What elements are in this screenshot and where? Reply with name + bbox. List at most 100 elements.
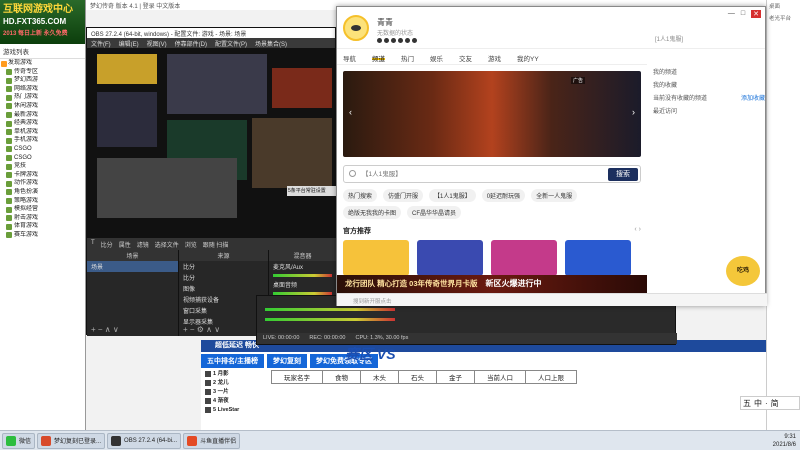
source-controls[interactable]: + − ⚙ ∧ ∨ [183,325,220,334]
chevron-right-icon[interactable]: › [632,107,635,117]
taskbar-wechat[interactable]: 微信 [2,432,36,449]
scene-controls[interactable]: + − ∧ ∨ [91,325,119,334]
ime-mode[interactable]: 五 [743,398,751,409]
maximize-icon[interactable]: □ [741,10,745,18]
badge-icon[interactable] [384,38,389,43]
tab-entertainment[interactable]: 娱乐 [430,53,443,63]
badge-icon[interactable] [398,38,403,43]
sidebar-item[interactable]: 我的频道 [653,65,765,78]
tab-social[interactable]: 交友 [459,53,472,63]
promo-ad-bar[interactable]: 龙行团队 精心打造 03年传奇世界月卡版 新区火爆进行中 [337,275,647,293]
tag-item[interactable]: 0延迟耐玩强 [481,189,526,202]
text-tool-icon[interactable]: T [91,240,95,248]
tree-item[interactable]: 卡牌游戏 [0,171,85,180]
tree-item[interactable]: 策略游戏 [0,197,85,206]
source-item[interactable]: 视频捕获设备 [179,294,268,305]
badge-icon[interactable] [377,38,382,43]
tag-item[interactable]: 热门搜索 [343,189,378,202]
mascot-widget[interactable]: 吃鸡 [726,256,760,286]
tag-item[interactable]: CF晶华华晶请员 [407,206,462,219]
source-item[interactable]: 图像 [179,283,268,294]
select-file-button[interactable]: 选择文件 [155,240,179,249]
menu-docks[interactable]: 停靠部件(D) [175,39,207,48]
tree-item[interactable]: 射击游戏 [0,214,85,223]
source-item[interactable]: 窗口采集 [179,305,268,316]
avatar[interactable] [343,15,369,41]
tag-item[interactable]: 绝版无我我的卡图 [343,206,402,219]
list-item[interactable]: 2 龙儿 [201,379,267,388]
source-item[interactable]: 比分 [179,261,268,272]
search-button[interactable]: 搜索 [608,168,638,181]
tree-item[interactable]: CSGO [0,145,85,154]
search-input[interactable] [362,168,582,181]
tree-item[interactable]: 热门游戏 [0,93,85,102]
tab-guide[interactable]: 导航 [343,53,356,63]
properties-button[interactable]: 属性 [119,240,131,249]
tree-item[interactable]: CSGO [0,154,85,163]
tab-my-yy[interactable]: 我的YY [517,53,539,63]
scan-button[interactable]: 跟随 扫描 [203,240,229,249]
system-clock[interactable]: 9:31 2021/8/6 [773,433,796,449]
tree-item[interactable]: 经典游戏 [0,119,85,128]
browse-button[interactable]: 浏览 [185,240,197,249]
tab-remake[interactable]: 梦幻复刻 [266,354,307,368]
tree-item[interactable]: 传奇专区 [0,68,85,77]
chevron-left-icon[interactable]: ‹ [349,107,352,117]
badge-icon[interactable] [405,38,410,43]
menu-scene-collection[interactable]: 场景集合(S) [255,39,287,48]
taskbar-douyu[interactable]: 斗鱼直播伴侣 [183,432,241,449]
list-item[interactable]: 1 月影 [201,370,267,379]
filters-button[interactable]: 滤镜 [137,240,149,249]
tree-root[interactable]: 发现游戏 [0,59,85,68]
recommend-card[interactable] [343,240,409,276]
scene-item[interactable]: 场景 [87,261,178,272]
add-favorite-link[interactable]: 添加收藏 [741,93,765,102]
tree-item[interactable]: 竞技 [0,162,85,171]
list-item[interactable]: 4 渐夜 [201,397,267,406]
banner-carousel[interactable]: ‹ › 广告 [343,71,641,157]
badge-icon[interactable] [412,38,417,43]
menu-file[interactable]: 文件(F) [91,39,111,48]
ime-simplified[interactable]: 简 [771,398,779,409]
badge-icon[interactable] [391,38,396,43]
ime-punct[interactable]: · [765,399,768,408]
tree-item[interactable]: 休闲游戏 [0,102,85,111]
tree-item[interactable]: 网络游戏 [0,85,85,94]
close-icon[interactable]: ✕ [751,10,761,18]
sidebar-item[interactable]: 最近访问 [653,104,765,117]
tag-item[interactable]: 仿盛门开服 [383,189,424,202]
tab-channels[interactable]: 频道 [372,53,385,63]
sidebar-item[interactable]: 我的收藏 [653,78,765,91]
platform-label[interactable]: 老光平台 [767,12,800,24]
minimize-icon[interactable]: — [728,10,735,18]
tag-item[interactable]: 全新一人鬼服 [531,189,578,202]
menu-view[interactable]: 视图(V) [147,39,167,48]
tree-item[interactable]: 单机游戏 [0,128,85,137]
tree-item[interactable]: 模拟经营 [0,205,85,214]
tree-item[interactable]: 手机游戏 [0,136,85,145]
user-signature[interactable]: 无数据的状态 [377,28,413,37]
list-item[interactable]: 5 LiveStar [201,406,267,415]
tree-item[interactable]: 赛车游戏 [0,231,85,240]
recommend-card[interactable] [417,240,483,276]
taskbar-game[interactable]: 梦幻复刻已登录... [37,432,106,449]
tree-item[interactable]: 最新游戏 [0,111,85,120]
menu-edit[interactable]: 编辑(E) [119,39,139,48]
tab-hot[interactable]: 热门 [401,53,414,63]
recommend-card[interactable] [565,240,631,276]
list-item[interactable]: 3 一片 [201,388,267,397]
recommend-card[interactable] [491,240,557,276]
taskbar-obs[interactable]: OBS 27.2.4 (64-bi... [107,432,182,449]
tab-games[interactable]: 游戏 [488,53,501,63]
ime-lang[interactable]: 中 [754,398,762,409]
tab-rankings[interactable]: 五中排名/主播榜 [201,354,264,368]
recommend-nav-icon[interactable]: ‹ › [634,226,641,236]
obs-preview[interactable]: 5条平台常驻设置 [87,48,337,238]
tree-item[interactable]: 梦幻西游 [0,76,85,85]
source-item[interactable]: 比分 [179,272,268,283]
tree-item[interactable]: 体育游戏 [0,222,85,231]
menu-profile[interactable]: 配置文件(P) [215,39,247,48]
tag-item[interactable]: 【1人1鬼服】 [429,189,476,202]
tree-item[interactable]: 角色扮演 [0,188,85,197]
tree-item[interactable]: 动作游戏 [0,179,85,188]
